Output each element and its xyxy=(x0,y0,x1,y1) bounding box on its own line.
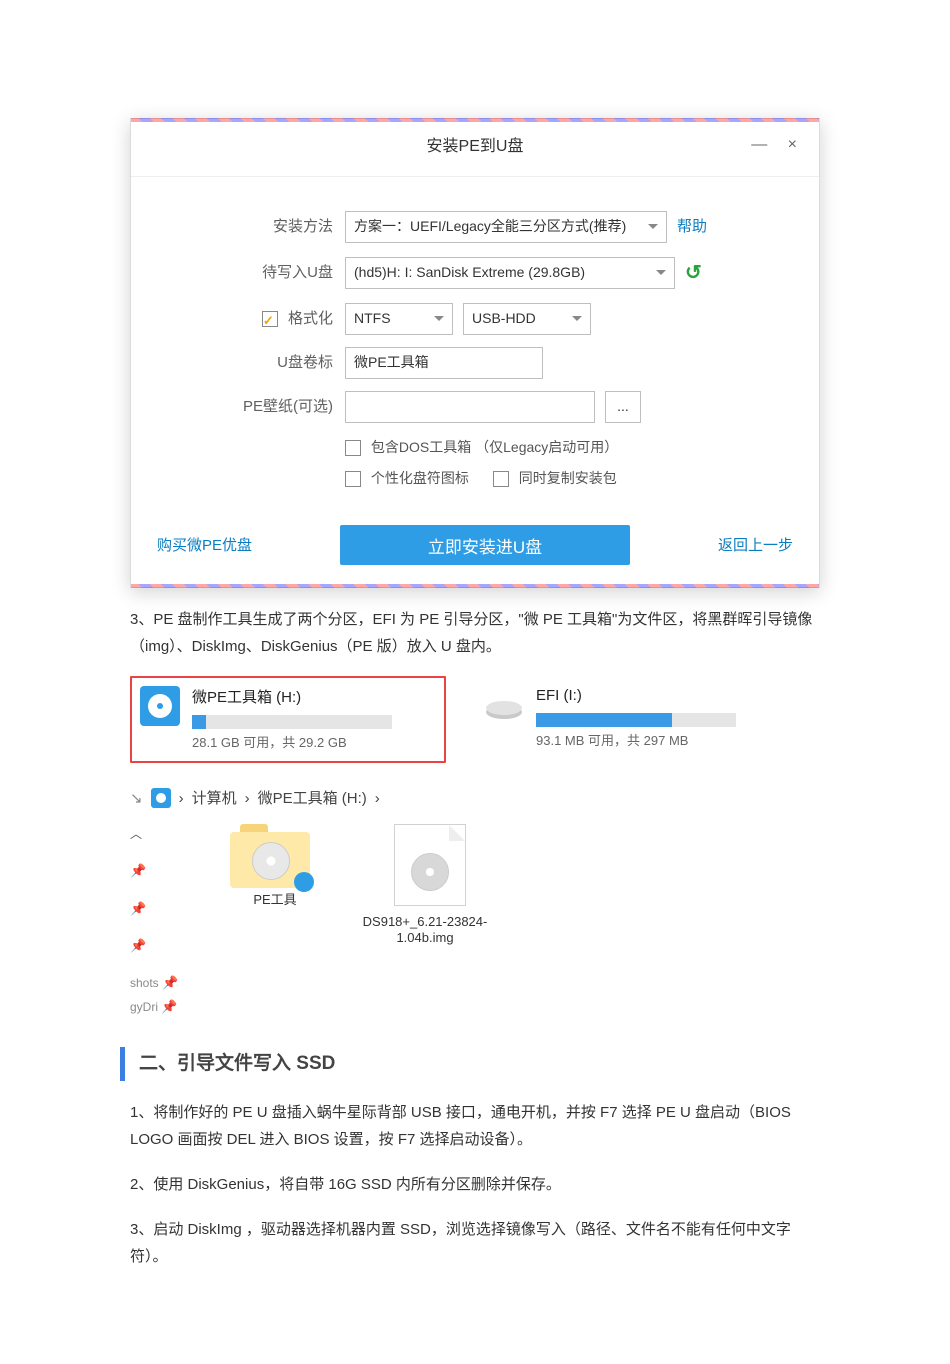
refresh-icon[interactable]: ↻ xyxy=(685,255,702,291)
pin-icon: 📌 xyxy=(130,897,190,920)
volume-label-label: U盘卷标 xyxy=(157,349,345,376)
install-button[interactable]: 立即安装进U盘 xyxy=(340,525,630,565)
format-checkbox[interactable] xyxy=(262,311,278,327)
image-file-icon xyxy=(394,824,466,906)
install-method-label: 安装方法 xyxy=(157,213,345,240)
drive-icon-checkbox[interactable] xyxy=(345,471,361,487)
bottom-bar: 购买微PE优盘 立即安装进U盘 返回上一步 xyxy=(131,507,819,587)
installer-window: 安装PE到U盘 — × 安装方法 方案一：UEFI/Legacy全能三分区方式(… xyxy=(130,118,820,588)
folder-view: ︿ 📌 📌 📌 shots 📌 gyDri 📌 PE工具 DS918+_6.21… xyxy=(130,824,820,1019)
window-title-bar: 安装PE到U盘 — × xyxy=(131,119,819,177)
format-label: 格式化 xyxy=(157,305,345,332)
sidebar-item-gydri[interactable]: gyDri 📌 xyxy=(130,995,190,1019)
dos-toolbox-checkbox[interactable] xyxy=(345,440,361,456)
drive-i-sub: 93.1 MB 可用，共 297 MB xyxy=(536,729,736,752)
drive-i-usage-bar xyxy=(536,713,736,727)
step-2: 2、使用 DiskGenius，将自带 16G SSD 内所有分区删除并保存。 xyxy=(130,1171,820,1198)
close-button[interactable]: × xyxy=(788,136,805,153)
window-controls: — × xyxy=(751,131,805,160)
form-area: 安装方法 方案一：UEFI/Legacy全能三分区方式(推荐) 帮助 待写入U盘… xyxy=(131,177,819,507)
usb-mode-select[interactable]: USB-HDD xyxy=(463,303,591,335)
breadcrumb-icon xyxy=(151,788,171,808)
folder-pe-tools[interactable]: PE工具 xyxy=(230,824,320,911)
paragraph-3: 3、PE 盘制作工具生成了两个分区，EFI 为 PE 引导分区，"微 PE 工具… xyxy=(130,606,820,660)
drive-h-sub: 28.1 GB 可用，共 29.2 GB xyxy=(192,731,392,754)
window-title: 安装PE到U盘 xyxy=(427,138,524,155)
copy-package-checkbox[interactable] xyxy=(493,471,509,487)
step-3: 3、启动 DiskImg ，驱动器选择机器内置 SSD，浏览选择镜像写入（路径、… xyxy=(130,1216,820,1270)
sidebar-quick-access: ︿ 📌 📌 📌 shots 📌 gyDri 📌 xyxy=(130,824,190,1019)
drive-icon-label: 个性化盘符图标 xyxy=(371,470,469,486)
help-link[interactable]: 帮助 xyxy=(677,213,707,240)
buy-link[interactable]: 购买微PE优盘 xyxy=(157,532,252,559)
hdd-icon xyxy=(482,682,526,726)
folder-icon xyxy=(230,824,310,888)
extra-options: 包含DOS工具箱 （仅Legacy启动可用） 个性化盘符图标 同时复制安装包 xyxy=(345,435,793,491)
target-disk-select[interactable]: (hd5)H: I: SanDisk Extreme (29.8GB) xyxy=(345,257,675,289)
collapse-icon[interactable]: ︿ xyxy=(130,824,190,846)
drive-i[interactable]: EFI (I:) 93.1 MB 可用，共 297 MB xyxy=(476,676,788,762)
step-1: 1、将制作好的 PE U 盘插入蜗牛星际背部 USB 接口，通电开机，并按 F7… xyxy=(130,1099,820,1153)
breadcrumb: ↘ › 计算机 › 微PE工具箱 (H:) › xyxy=(130,785,820,812)
wallpaper-label: PE壁纸(可选) xyxy=(157,393,345,420)
pin-icon: 📌 xyxy=(130,934,190,957)
back-link[interactable]: 返回上一步 xyxy=(718,532,793,559)
breadcrumb-root[interactable]: 计算机 xyxy=(192,785,237,812)
file-img[interactable]: DS918+_6.21-23824-1.04b.img xyxy=(360,824,500,948)
volume-label-input[interactable]: 微PE工具箱 xyxy=(345,347,543,379)
breadcrumb-current[interactable]: 微PE工具箱 (H:) xyxy=(258,785,367,812)
install-method-select[interactable]: 方案一：UEFI/Legacy全能三分区方式(推荐) xyxy=(345,211,667,243)
dos-toolbox-label: 包含DOS工具箱 （仅Legacy启动可用） xyxy=(371,439,618,455)
drive-h[interactable]: 微PE工具箱 (H:) 28.1 GB 可用，共 29.2 GB xyxy=(130,676,446,762)
copy-package-label: 同时复制安装包 xyxy=(519,470,617,486)
wallpaper-input[interactable] xyxy=(345,391,595,423)
pin-icon: 📌 xyxy=(130,859,190,882)
disc-icon xyxy=(138,684,182,728)
filesystem-select[interactable]: NTFS xyxy=(345,303,453,335)
drives-panel: 微PE工具箱 (H:) 28.1 GB 可用，共 29.2 GB EFI (I:… xyxy=(130,676,820,762)
drive-h-name: 微PE工具箱 (H:) xyxy=(192,684,392,711)
target-disk-label: 待写入U盘 xyxy=(157,259,345,286)
drive-i-name: EFI (I:) xyxy=(536,682,736,709)
sidebar-item-shots[interactable]: shots 📌 xyxy=(130,971,190,995)
browse-button[interactable]: ... xyxy=(605,391,641,423)
drive-h-usage-bar xyxy=(192,715,392,729)
file-name: DS918+_6.21-23824-1.04b.img xyxy=(360,914,490,948)
minimize-button[interactable]: — xyxy=(751,136,775,153)
section-heading-2: 二、引导文件写入 SSD xyxy=(120,1047,820,1081)
